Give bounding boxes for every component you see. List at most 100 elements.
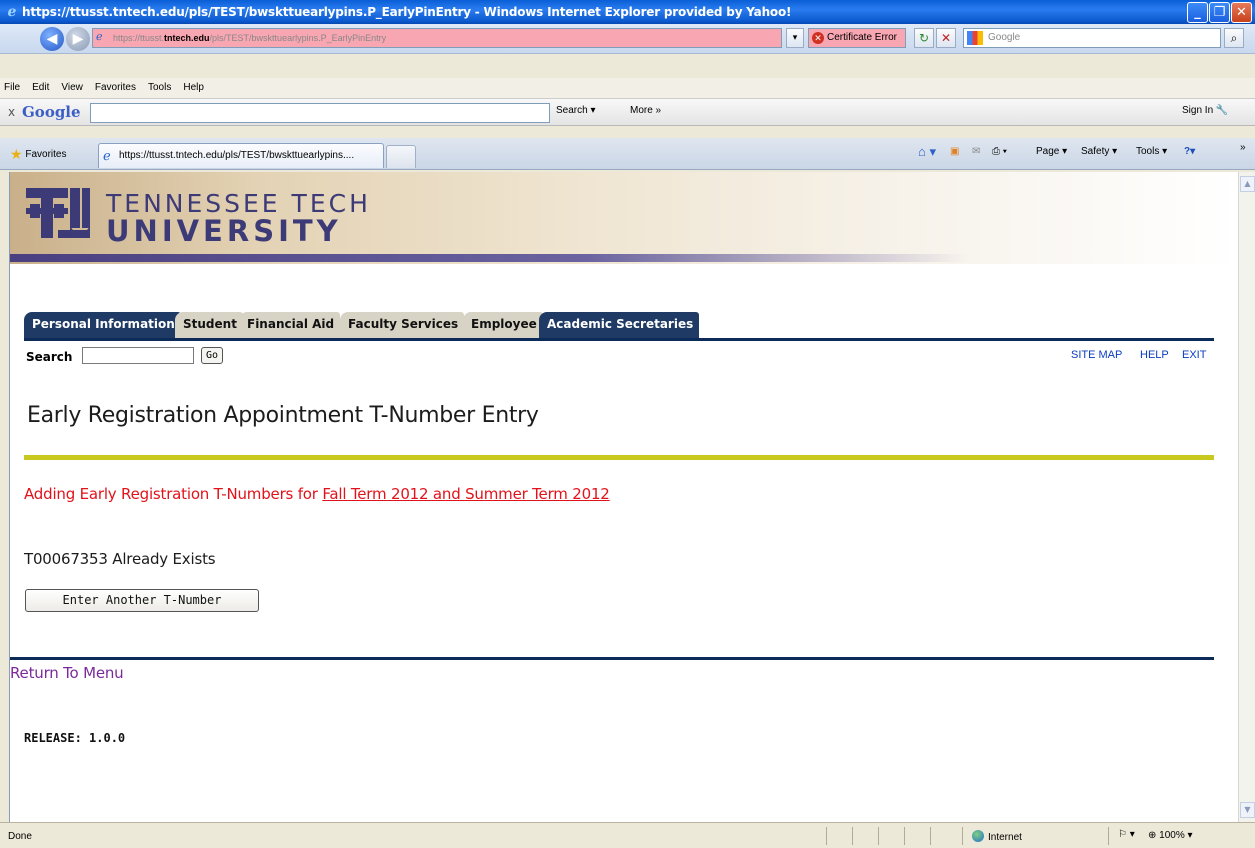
status-separator [962,827,963,845]
help-link[interactable]: HELP [1140,349,1169,361]
home-icon[interactable]: ⌂ ▾ [918,144,936,160]
url-domain: tntech.edu [164,33,210,43]
help-icon[interactable]: ?▾ [1184,146,1195,157]
url-prefix: https://ttusst. [113,33,165,43]
sign-in-button[interactable]: Sign In 🔧 [1182,105,1228,116]
new-tab-button[interactable] [386,145,416,168]
print-icon[interactable]: ⎙ ▾ [992,146,1007,157]
site-search-input[interactable] [82,347,194,364]
url-path: /pls/TEST/bwskttuearlypins.P_EarlyPinEnt… [209,33,387,43]
refresh-icon[interactable]: ↻ [914,28,934,48]
tab-student[interactable]: Student [175,312,243,339]
protected-mode-icon[interactable]: ⚐ ▾ [1118,829,1135,840]
certificate-error-label: Certificate Error [827,32,898,43]
menu-tools[interactable]: Tools [148,78,171,98]
browser-search-input[interactable]: Google [963,28,1221,48]
google-icon [967,31,983,45]
wrench-icon: 🔧 [1215,105,1229,116]
mail-icon[interactable]: ✉ [972,146,980,157]
page-title: Early Registration Appointment T-Number … [27,403,539,428]
tab-personal-information[interactable]: Personal Information [24,312,181,339]
favorites-bar: ★ Favorites ℯ https://ttusst.tntech.edu/… [0,138,1255,170]
tab-employee[interactable]: Employee [463,312,543,339]
forward-button[interactable]: ▶ [66,27,90,51]
menu-edit[interactable]: Edit [32,78,49,98]
browser-window: ℯ https://ttusst.tntech.edu/pls/TEST/bws… [0,0,1255,848]
adding-prefix: Adding Early Registration T-Numbers for [24,485,323,503]
ttu-logo-icon [26,188,90,238]
status-separator [852,827,853,845]
scroll-up-icon[interactable]: ▲ [1240,176,1255,192]
vertical-scrollbar[interactable]: ▲ ▼ [1238,172,1255,822]
page-icon: ℯ [96,31,103,43]
ie-icon: ℯ [7,4,17,20]
already-exists-message: T00067353 Already Exists [24,550,216,568]
maximize-button[interactable]: ❐ [1209,2,1230,23]
status-text: Done [8,831,32,842]
return-to-menu-link[interactable]: Return To Menu [10,664,124,682]
browser-tab-active[interactable]: ℯ https://ttusst.tntech.edu/pls/TEST/bws… [98,143,384,168]
window-title: https://ttusst.tntech.edu/pls/TEST/bwskt… [22,5,792,19]
certificate-error-button[interactable]: ✕ Certificate Error [808,28,906,48]
scroll-down-icon[interactable]: ▼ [1240,802,1255,818]
google-logo: Google [22,103,81,121]
title-divider [24,455,1214,460]
feeds-icon[interactable]: ▣ [950,146,959,157]
menu-bar: File Edit View Favorites Tools Help [0,78,1255,98]
menu-favorites[interactable]: Favorites [95,78,136,98]
tab-title: https://ttusst.tntech.edu/pls/TEST/bwskt… [119,150,355,161]
university-name-line2: UNIVERSITY [106,214,342,248]
url-input[interactable]: ℯ https://ttusst.tntech.edu/pls/TEST/bws… [92,28,782,48]
url-dropdown-button[interactable]: ▾ [786,28,804,48]
exit-link[interactable]: EXIT [1182,349,1206,361]
tab-financial-aid[interactable]: Financial Aid [239,312,341,339]
star-icon: ★ [10,146,23,162]
google-toolbar: x Google Search ▾ More » Sign In 🔧 [0,98,1255,126]
status-bar: Done Internet ⚐ ▾ ⊕ 100% ▾ [0,822,1255,848]
nav-divider [24,338,1214,341]
safety-menu[interactable]: Safety ▾ [1081,146,1117,157]
enter-another-t-number-button[interactable]: Enter Another T-Number [25,589,259,612]
stop-icon[interactable]: ✕ [936,28,956,48]
adding-message: Adding Early Registration T-Numbers for … [24,485,610,503]
terms-link[interactable]: Fall Term 2012 and Summer Term 2012 [322,485,610,503]
menu-help[interactable]: Help [183,78,204,98]
security-zone: Internet [972,830,1022,843]
favorites-button[interactable]: ★ Favorites [10,146,66,163]
release-version: RELEASE: 1.0.0 [24,731,126,745]
search-magnifier-icon[interactable]: ⌕ [1224,28,1244,48]
google-toolbar-search-input[interactable] [90,103,550,123]
google-search-button[interactable]: Search ▾ [556,105,596,116]
globe-icon [972,830,984,842]
more-button[interactable]: More » [630,105,661,116]
close-button[interactable]: ✕ [1231,2,1252,23]
status-separator [826,827,827,845]
chevron-right-icon[interactable]: » [1240,142,1246,153]
menu-view[interactable]: View [61,78,83,98]
browser-search-placeholder: Google [988,32,1021,43]
footer-divider [10,657,1214,660]
minimize-button[interactable]: _ [1187,2,1208,23]
status-separator [904,827,905,845]
back-button[interactable]: ◀ [40,27,64,51]
menu-file[interactable]: File [4,78,20,98]
ie-tab-icon: ℯ [103,148,111,163]
address-bar-row: ◀ ▶ ℯ https://ttusst.tntech.edu/pls/TEST… [0,24,1255,54]
tab-academic-secretaries[interactable]: Academic Secretaries [539,312,700,339]
status-separator [878,827,879,845]
title-bar: ℯ https://ttusst.tntech.edu/pls/TEST/bws… [0,0,1255,24]
site-search-label: Search [26,350,73,364]
zoom-control[interactable]: ⊕ 100% ▾ [1148,830,1193,841]
banner-stripe [10,254,970,262]
error-icon: ✕ [812,32,824,44]
go-button[interactable]: Go [201,347,223,364]
page-menu[interactable]: Page ▾ [1036,146,1067,157]
page-content: TENNESSEE TECH UNIVERSITY Personal Infor… [9,172,1239,822]
site-map-link[interactable]: SITE MAP [1071,349,1122,361]
university-banner: TENNESSEE TECH UNIVERSITY [10,172,1239,264]
tools-menu[interactable]: Tools ▾ [1136,146,1167,157]
status-separator [930,827,931,845]
status-separator [1108,827,1109,845]
toolbar-close-icon[interactable]: x [8,105,15,119]
tab-faculty-services[interactable]: Faculty Services [340,312,465,339]
